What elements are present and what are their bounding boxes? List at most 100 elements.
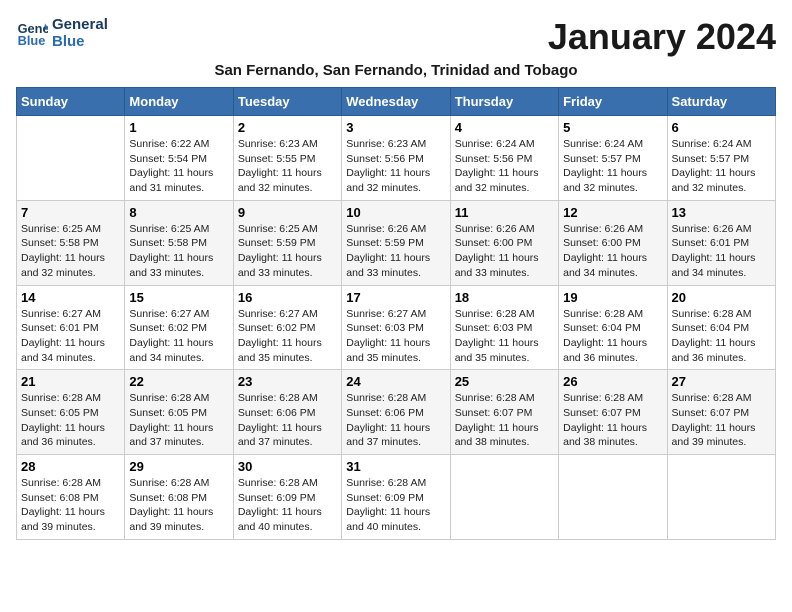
day-detail: Sunrise: 6:28 AMSunset: 6:03 PMDaylight:… <box>455 307 554 366</box>
day-detail: Sunrise: 6:28 AMSunset: 6:04 PMDaylight:… <box>563 307 662 366</box>
day-cell: 22Sunrise: 6:28 AMSunset: 6:05 PMDayligh… <box>125 370 233 455</box>
day-cell: 24 Sunrise: 6:28 AMSunset: 6:06 PMDayligh… <box>342 370 450 455</box>
day-detail: Sunrise: 6:28 AMSunset: 6:08 PMDaylight:… <box>21 476 120 535</box>
day-cell: 26 Sunrise: 6:28 AMSunset: 6:07 PMDayligh… <box>559 370 667 455</box>
day-cell: 27 Sunrise: 6:28 AMSunset: 6:07 PMDayligh… <box>667 370 775 455</box>
calendar-subtitle: San Fernando, San Fernando, Trinidad and… <box>16 62 776 79</box>
page-header: General Blue General Blue January 2024 <box>16 16 776 58</box>
day-cell <box>667 455 775 540</box>
day-cell: 21 Sunrise: 6:28 AMSunset: 6:05 PMDayligh… <box>17 370 125 455</box>
header-monday: Monday <box>125 88 233 116</box>
day-number: 26 <box>563 374 662 389</box>
day-number: 19 <box>563 290 662 305</box>
day-number: 6 <box>672 120 771 135</box>
day-number: 25 <box>455 374 554 389</box>
day-detail: Sunrise: 6:28 AMSunset: 6:07 PMDaylight:… <box>672 391 771 450</box>
day-detail: Sunrise: 6:23 AMSunset: 5:55 PMDaylight:… <box>238 137 337 196</box>
day-number: 15 <box>129 290 228 305</box>
calendar-table: SundayMondayTuesdayWednesdayThursdayFrid… <box>16 87 776 540</box>
header-saturday: Saturday <box>667 88 775 116</box>
day-cell: 12Sunrise: 6:26 AMSunset: 6:00 PMDayligh… <box>559 200 667 285</box>
week-row-3: 14 Sunrise: 6:27 AMSunset: 6:01 PMDayligh… <box>17 285 776 370</box>
day-number: 21 <box>21 374 120 389</box>
week-row-2: 7Sunrise: 6:25 AMSunset: 5:58 PMDaylight… <box>17 200 776 285</box>
day-detail: Sunrise: 6:27 AMSunset: 6:03 PMDaylight:… <box>346 307 445 366</box>
day-cell: 7Sunrise: 6:25 AMSunset: 5:58 PMDaylight… <box>17 200 125 285</box>
day-detail: Sunrise: 6:28 AMSunset: 6:08 PMDaylight:… <box>129 476 228 535</box>
day-number: 8 <box>129 205 228 220</box>
day-detail: Sunrise: 6:26 AMSunset: 5:59 PMDaylight:… <box>346 222 445 281</box>
day-number: 16 <box>238 290 337 305</box>
day-detail: Sunrise: 6:24 AMSunset: 5:56 PMDaylight:… <box>455 137 554 196</box>
day-number: 20 <box>672 290 771 305</box>
day-cell: 1 Sunrise: 6:22 AMSunset: 5:54 PMDaylight… <box>125 116 233 201</box>
day-cell: 10 Sunrise: 6:26 AMSunset: 5:59 PMDayligh… <box>342 200 450 285</box>
day-detail: Sunrise: 6:24 AMSunset: 5:57 PMDaylight:… <box>563 137 662 196</box>
calendar-title: January 2024 <box>548 16 776 58</box>
day-detail: Sunrise: 6:28 AMSunset: 6:06 PMDaylight:… <box>346 391 445 450</box>
day-number: 27 <box>672 374 771 389</box>
day-number: 29 <box>129 459 228 474</box>
day-cell <box>450 455 558 540</box>
day-detail: Sunrise: 6:22 AMSunset: 5:54 PMDaylight:… <box>129 137 228 196</box>
day-detail: Sunrise: 6:26 AMSunset: 6:00 PMDaylight:… <box>563 222 662 281</box>
day-detail: Sunrise: 6:28 AMSunset: 6:07 PMDaylight:… <box>455 391 554 450</box>
day-detail: Sunrise: 6:28 AMSunset: 6:07 PMDaylight:… <box>563 391 662 450</box>
day-number: 17 <box>346 290 445 305</box>
day-cell: 6 Sunrise: 6:24 AMSunset: 5:57 PMDaylight… <box>667 116 775 201</box>
day-cell: 31Sunrise: 6:28 AMSunset: 6:09 PMDayligh… <box>342 455 450 540</box>
day-cell: 17 Sunrise: 6:27 AMSunset: 6:03 PMDayligh… <box>342 285 450 370</box>
day-number: 9 <box>238 205 337 220</box>
day-number: 14 <box>21 290 120 305</box>
day-number: 1 <box>129 120 228 135</box>
day-number: 3 <box>346 120 445 135</box>
logo-line2: Blue <box>52 33 108 50</box>
day-cell: 28 Sunrise: 6:28 AMSunset: 6:08 PMDayligh… <box>17 455 125 540</box>
day-detail: Sunrise: 6:28 AMSunset: 6:09 PMDaylight:… <box>346 476 445 535</box>
day-detail: Sunrise: 6:28 AMSunset: 6:05 PMDaylight:… <box>21 391 120 450</box>
day-cell: 5 Sunrise: 6:24 AMSunset: 5:57 PMDaylight… <box>559 116 667 201</box>
day-number: 28 <box>21 459 120 474</box>
week-row-5: 28 Sunrise: 6:28 AMSunset: 6:08 PMDayligh… <box>17 455 776 540</box>
day-cell: 29 Sunrise: 6:28 AMSunset: 6:08 PMDayligh… <box>125 455 233 540</box>
day-number: 18 <box>455 290 554 305</box>
week-row-4: 21 Sunrise: 6:28 AMSunset: 6:05 PMDayligh… <box>17 370 776 455</box>
day-detail: Sunrise: 6:25 AMSunset: 5:58 PMDaylight:… <box>129 222 228 281</box>
day-detail: Sunrise: 6:28 AMSunset: 6:06 PMDaylight:… <box>238 391 337 450</box>
header-tuesday: Tuesday <box>233 88 341 116</box>
day-detail: Sunrise: 6:24 AMSunset: 5:57 PMDaylight:… <box>672 137 771 196</box>
day-detail: Sunrise: 6:27 AMSunset: 6:02 PMDaylight:… <box>238 307 337 366</box>
day-number: 24 <box>346 374 445 389</box>
day-detail: Sunrise: 6:23 AMSunset: 5:56 PMDaylight:… <box>346 137 445 196</box>
day-cell: 9 Sunrise: 6:25 AMSunset: 5:59 PMDaylight… <box>233 200 341 285</box>
day-detail: Sunrise: 6:28 AMSunset: 6:05 PMDaylight:… <box>129 391 228 450</box>
svg-text:Blue: Blue <box>18 33 46 48</box>
logo-line1: General <box>52 16 108 33</box>
day-detail: Sunrise: 6:25 AMSunset: 5:58 PMDaylight:… <box>21 222 120 281</box>
day-detail: Sunrise: 6:28 AMSunset: 6:09 PMDaylight:… <box>238 476 337 535</box>
calendar-header-row: SundayMondayTuesdayWednesdayThursdayFrid… <box>17 88 776 116</box>
header-thursday: Thursday <box>450 88 558 116</box>
logo: General Blue General Blue <box>16 16 108 50</box>
day-detail: Sunrise: 6:28 AMSunset: 6:04 PMDaylight:… <box>672 307 771 366</box>
day-cell: 14 Sunrise: 6:27 AMSunset: 6:01 PMDayligh… <box>17 285 125 370</box>
day-number: 5 <box>563 120 662 135</box>
day-detail: Sunrise: 6:25 AMSunset: 5:59 PMDaylight:… <box>238 222 337 281</box>
day-number: 23 <box>238 374 337 389</box>
day-detail: Sunrise: 6:27 AMSunset: 6:02 PMDaylight:… <box>129 307 228 366</box>
day-number: 2 <box>238 120 337 135</box>
day-cell: 23 Sunrise: 6:28 AMSunset: 6:06 PMDayligh… <box>233 370 341 455</box>
day-detail: Sunrise: 6:27 AMSunset: 6:01 PMDaylight:… <box>21 307 120 366</box>
week-row-1: 1 Sunrise: 6:22 AMSunset: 5:54 PMDaylight… <box>17 116 776 201</box>
day-cell: 15 Sunrise: 6:27 AMSunset: 6:02 PMDayligh… <box>125 285 233 370</box>
day-number: 11 <box>455 205 554 220</box>
day-cell: 20 Sunrise: 6:28 AMSunset: 6:04 PMDayligh… <box>667 285 775 370</box>
day-cell: 30Sunrise: 6:28 AMSunset: 6:09 PMDayligh… <box>233 455 341 540</box>
day-cell: 25 Sunrise: 6:28 AMSunset: 6:07 PMDayligh… <box>450 370 558 455</box>
day-number: 10 <box>346 205 445 220</box>
day-cell: 19 Sunrise: 6:28 AMSunset: 6:04 PMDayligh… <box>559 285 667 370</box>
day-detail: Sunrise: 6:26 AMSunset: 6:00 PMDaylight:… <box>455 222 554 281</box>
day-cell: 2 Sunrise: 6:23 AMSunset: 5:55 PMDaylight… <box>233 116 341 201</box>
header-sunday: Sunday <box>17 88 125 116</box>
logo-icon: General Blue <box>16 17 48 49</box>
